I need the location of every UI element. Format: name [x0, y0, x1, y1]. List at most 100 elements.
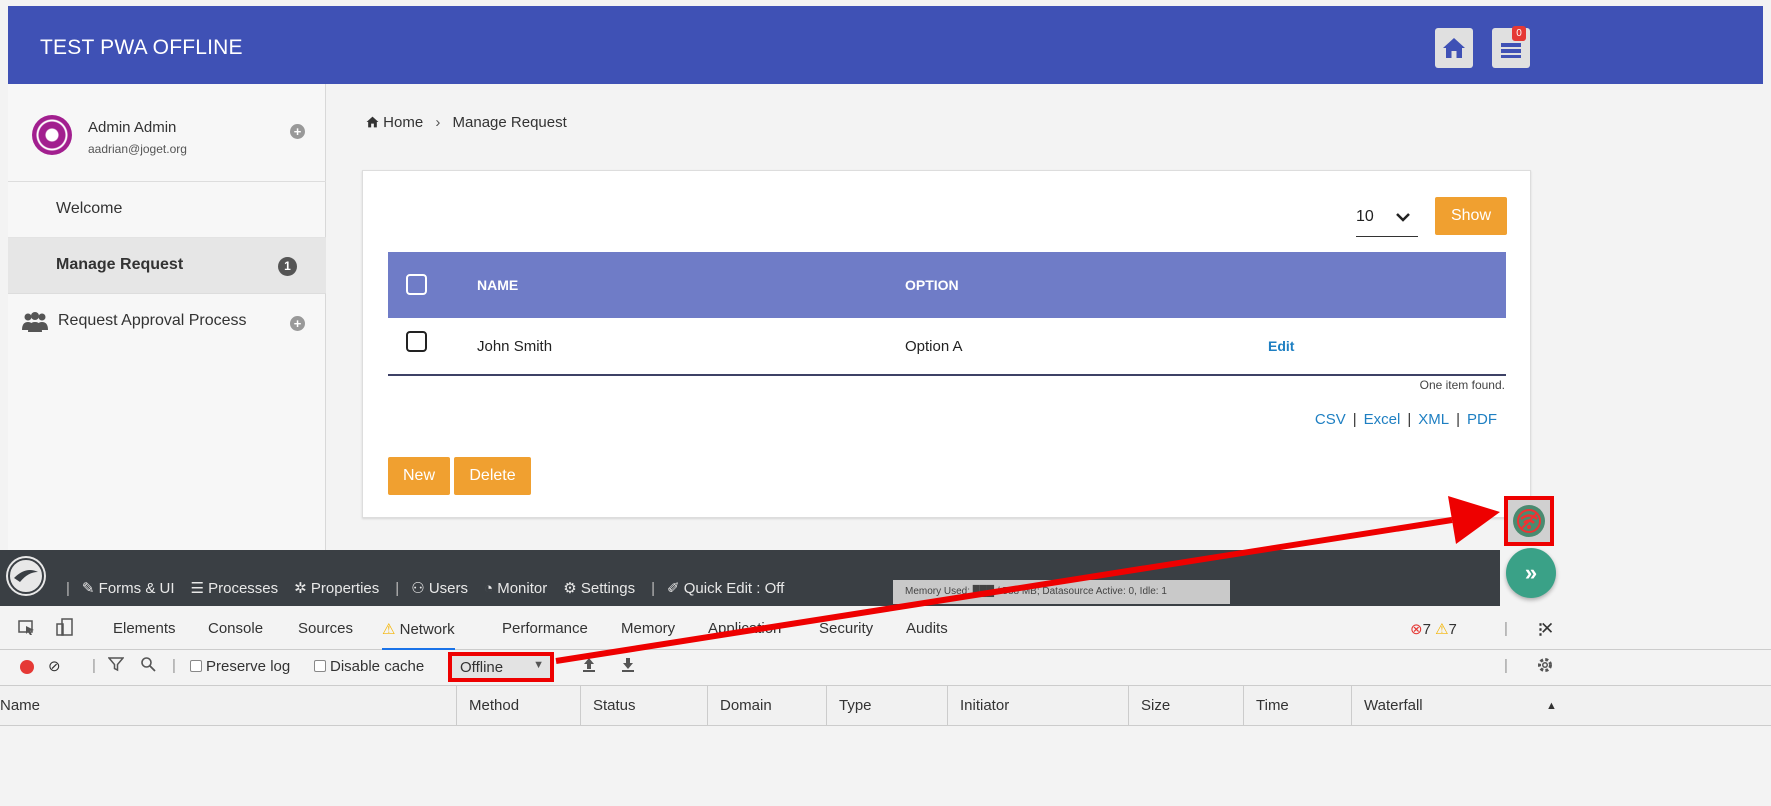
record-icon[interactable]: [20, 660, 34, 674]
breadcrumb-current: Manage Request: [452, 114, 567, 131]
close-icon[interactable]: ✕: [1540, 619, 1554, 639]
preserve-log-checkbox[interactable]: Preserve log: [190, 658, 290, 675]
processes-link[interactable]: ☰ Processes: [191, 579, 279, 597]
double-chevron-right-icon: »: [1524, 560, 1538, 585]
user-email: aadrian@joget.org: [88, 142, 187, 156]
devtools-tabs: Elements Console Sources ⚠ Network Perfo…: [0, 606, 1771, 650]
settings-link[interactable]: ⚙ Settings: [563, 579, 635, 597]
breadcrumb-separator: ›: [435, 114, 441, 131]
page-size-value: 10: [1356, 208, 1374, 225]
export-excel-link[interactable]: Excel: [1364, 411, 1401, 428]
column-time[interactable]: Time: [1243, 686, 1289, 726]
sidebar-item-label: Welcome: [56, 200, 123, 217]
inbox-button[interactable]: 0: [1492, 26, 1530, 68]
column-size[interactable]: Size: [1128, 686, 1170, 726]
table-row: John Smith Option A Edit: [388, 318, 1506, 376]
table-header: NAME OPTION: [388, 252, 1506, 318]
warning-icon: ⚠: [382, 621, 400, 638]
column-domain[interactable]: Domain: [707, 686, 772, 726]
users-link[interactable]: ⚇ Users: [411, 579, 468, 597]
column-name[interactable]: Name: [0, 686, 40, 726]
tab-application[interactable]: Application: [708, 620, 781, 637]
sidebar-item-manage-request[interactable]: Manage Request 1: [8, 238, 326, 294]
inbox-count-badge: 0: [1512, 26, 1526, 41]
column-initiator[interactable]: Initiator: [947, 686, 1009, 726]
throttling-value: Offline: [460, 659, 504, 676]
sidebar: Admin Admin aadrian@joget.org + Welcome …: [8, 84, 326, 550]
breadcrumb-home[interactable]: Home: [383, 114, 423, 131]
network-table-header: Name Method Status Domain Type Initiator…: [0, 686, 1771, 726]
count-badge: 1: [278, 257, 297, 276]
home-icon: [366, 116, 379, 128]
breadcrumb: Home › Manage Request: [366, 114, 567, 131]
select-all-checkbox[interactable]: [406, 274, 427, 295]
expand-process-icon[interactable]: +: [290, 316, 305, 331]
result-count: One item found.: [1419, 378, 1505, 392]
tab-audits[interactable]: Audits: [906, 620, 948, 637]
home-button[interactable]: [1435, 28, 1473, 68]
joget-logo[interactable]: [6, 556, 46, 596]
brush-icon: ✐: [666, 580, 684, 597]
export-xml-link[interactable]: XML: [1418, 411, 1449, 428]
disable-cache-checkbox[interactable]: Disable cache: [314, 658, 424, 675]
sidebar-item-label: Request Approval Process: [58, 312, 247, 329]
sidebar-item-label: Manage Request: [56, 256, 184, 273]
sidebar-item-request-approval-process[interactable]: Request Approval Process +: [8, 294, 326, 350]
tab-sources[interactable]: Sources: [298, 620, 353, 637]
sidebar-item-welcome[interactable]: Welcome: [8, 182, 326, 238]
clear-icon[interactable]: ⊘: [48, 657, 61, 675]
column-waterfall[interactable]: Waterfall: [1351, 686, 1423, 726]
column-type[interactable]: Type: [826, 686, 872, 726]
sort-ascending-icon[interactable]: ▲: [1534, 686, 1557, 726]
network-settings-gear-icon[interactable]: [1536, 656, 1554, 678]
delete-button[interactable]: Delete: [454, 457, 531, 495]
page-size-select[interactable]: 10: [1356, 201, 1418, 237]
column-header-name[interactable]: NAME: [477, 277, 518, 293]
memory-status: Memory Used: ███ / 588 MB; Datasource Ac…: [893, 580, 1230, 604]
throttling-select[interactable]: Offline ▼: [448, 652, 554, 682]
show-button[interactable]: Show: [1435, 197, 1507, 235]
monitor-link[interactable]: ◔ Monitor: [484, 580, 547, 597]
export-csv-link[interactable]: CSV: [1315, 411, 1346, 428]
column-method[interactable]: Method: [456, 686, 519, 726]
export-har-icon[interactable]: [621, 655, 635, 677]
gear-icon: ✲: [294, 580, 311, 597]
properties-link[interactable]: ✲ Properties: [294, 579, 379, 597]
cell-option: Option A: [905, 338, 963, 355]
export-pdf-link[interactable]: PDF: [1467, 411, 1497, 428]
tab-memory[interactable]: Memory: [621, 620, 675, 637]
column-status[interactable]: Status: [580, 686, 636, 726]
cell-name: John Smith: [477, 338, 553, 355]
row-checkbox[interactable]: [406, 331, 427, 352]
new-button[interactable]: New: [388, 457, 450, 495]
network-toolbar: ⊘ | | Preserve log Disable cache Offline…: [0, 650, 1771, 686]
import-har-icon[interactable]: [582, 655, 596, 677]
export-links: CSV | Excel | XML | PDF: [1314, 411, 1497, 428]
offline-indicator-button[interactable]: [1504, 496, 1554, 546]
filter-icon[interactable]: [107, 656, 125, 676]
tab-network[interactable]: ⚠ Network: [382, 620, 455, 650]
device-toolbar-icon[interactable]: [56, 618, 74, 640]
tab-elements[interactable]: Elements: [113, 620, 176, 637]
quick-edit-toggle[interactable]: ✐ Quick Edit : Off: [667, 579, 784, 597]
column-header-option[interactable]: OPTION: [905, 277, 959, 293]
expand-profile-icon[interactable]: +: [290, 124, 305, 139]
edit-link[interactable]: Edit: [1268, 338, 1294, 354]
tab-console[interactable]: Console: [208, 620, 263, 637]
chevron-down-icon: [1396, 209, 1410, 227]
wifi-off-icon: [1513, 505, 1545, 537]
expand-admin-bar-button[interactable]: »: [1506, 548, 1556, 598]
tab-security[interactable]: Security: [819, 620, 873, 637]
user-name: Admin Admin: [88, 119, 177, 136]
user-profile[interactable]: Admin Admin aadrian@joget.org +: [8, 84, 326, 182]
admin-bar: | ✎ Forms & UI ☰ Processes ✲ Properties …: [0, 550, 1500, 606]
avatar: [32, 115, 72, 155]
devtools-panel: Elements Console Sources ⚠ Network Perfo…: [0, 606, 1771, 806]
tab-performance[interactable]: Performance: [502, 620, 588, 637]
inspect-element-icon[interactable]: [18, 620, 36, 640]
error-count[interactable]: ⊗7 ⚠7: [1410, 620, 1457, 638]
search-icon[interactable]: [140, 656, 156, 676]
forms-ui-link[interactable]: ✎ Forms & UI: [82, 579, 175, 597]
datalist-card: 10 Show NAME OPTION John Smith Option A …: [362, 170, 1531, 518]
dropdown-arrow-icon: ▼: [533, 659, 544, 671]
